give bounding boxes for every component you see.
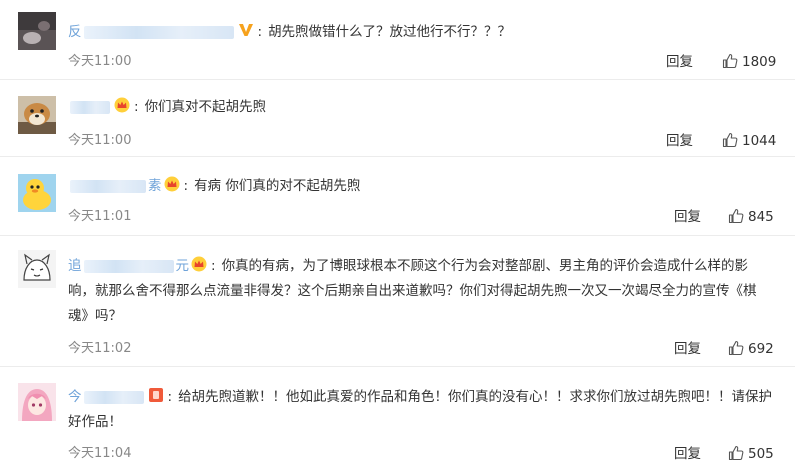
comment-meta: 今天11:04 回复 505 <box>68 444 774 464</box>
sketch-cat-avatar <box>18 250 56 288</box>
comment-meta: 今天11:00 回复 1809 <box>68 52 776 72</box>
timestamp: 今天11:02 <box>68 341 132 356</box>
comment-text: 有病 你们真的对不起胡先煦 <box>194 178 361 194</box>
yellow-duck-avatar <box>18 174 56 212</box>
red-member-icon <box>148 387 164 403</box>
like-count: 692 <box>748 341 774 357</box>
timestamp: 今天11:04 <box>68 446 132 461</box>
comment-item: 今: 给胡先煦道歉！！他如此真爱的作品和角色！你们真的没有心！！求求你们放过胡先煦… <box>0 367 795 471</box>
username[interactable]: 素 <box>68 178 162 194</box>
thumbs-up-icon <box>722 132 738 148</box>
thumbs-up-icon <box>728 208 744 224</box>
reply-button[interactable]: 回复 <box>674 339 701 359</box>
avatar[interactable] <box>18 174 56 212</box>
reply-button[interactable]: 回复 <box>666 131 693 151</box>
like-button[interactable]: 845 <box>728 207 774 227</box>
dark-photo-avatar <box>18 12 56 50</box>
thumbs-up-icon <box>728 445 744 461</box>
crown-member-icon <box>191 256 207 272</box>
like-button[interactable]: 692 <box>728 339 774 359</box>
comment-text: 给胡先煦道歉！！他如此真爱的作品和角色！你们真的没有心！！求求你们放过胡先煦吧！… <box>68 389 773 430</box>
shiba-dog-avatar <box>18 96 56 134</box>
avatar[interactable] <box>18 12 56 50</box>
avatar[interactable] <box>18 383 56 421</box>
like-button[interactable]: 1809 <box>722 52 776 72</box>
reply-button[interactable]: 回复 <box>674 444 701 464</box>
avatar[interactable] <box>18 96 56 134</box>
comment-line: : 你们真对不起胡先煦 <box>68 95 773 120</box>
like-count: 505 <box>748 446 774 462</box>
crown-member-icon <box>164 176 180 192</box>
reply-button[interactable]: 回复 <box>674 207 701 227</box>
username[interactable] <box>68 99 112 115</box>
like-count: 845 <box>748 209 774 225</box>
comment-text: 胡先煦做错什么了？放过他行不行？？？ <box>268 24 512 40</box>
like-button[interactable]: 1044 <box>722 131 776 151</box>
like-button[interactable]: 505 <box>728 444 774 464</box>
comment-meta: 今天11:02 回复 692 <box>68 339 774 359</box>
comment-line: 追元: 你真的有病，为了博眼球根本不顾这个行为会对整部剧、男主角的评价会造成什么样… <box>68 256 757 324</box>
comment-item: 反: 胡先煦做错什么了？放过他行不行？？？ 今天11:00 回复 1809 <box>0 0 795 80</box>
crown-member-icon <box>114 97 130 113</box>
comment-item: : 你们真对不起胡先煦 今天11:00 回复 1044 <box>0 80 795 157</box>
thumbs-up-icon <box>728 340 744 356</box>
username[interactable]: 追元 <box>68 258 189 274</box>
timestamp: 今天11:00 <box>68 54 132 69</box>
username[interactable]: 今 <box>68 389 146 405</box>
comment-text: 你们真对不起胡先煦 <box>144 99 267 115</box>
reply-button[interactable]: 回复 <box>666 52 693 72</box>
comment-item: 追元: 你真的有病，为了博眼球根本不顾这个行为会对整部剧、男主角的评价会造成什么样… <box>0 236 795 367</box>
like-count: 1044 <box>742 133 777 149</box>
comment-line: 反: 胡先煦做错什么了？放过他行不行？？？ <box>68 22 512 40</box>
username[interactable]: 反 <box>68 24 236 40</box>
comment-line: 今: 给胡先煦道歉！！他如此真爱的作品和角色！你们真的没有心！！求求你们放过胡先煦… <box>68 387 773 430</box>
comment-item: 素: 有病 你们真的对不起胡先煦 今天11:01 回复 845 <box>0 157 795 236</box>
comment-meta: 今天11:01 回复 845 <box>68 207 774 227</box>
anime-girl-avatar <box>18 383 56 421</box>
timestamp: 今天11:00 <box>68 133 132 148</box>
thumbs-up-icon <box>722 53 738 69</box>
comment-line: 素: 有病 你们真的对不起胡先煦 <box>68 174 773 199</box>
like-count: 1809 <box>742 54 777 70</box>
vip-v-icon <box>238 22 254 38</box>
timestamp: 今天11:01 <box>68 209 132 224</box>
comment-meta: 今天11:00 回复 1044 <box>68 131 776 151</box>
avatar[interactable] <box>18 250 56 288</box>
